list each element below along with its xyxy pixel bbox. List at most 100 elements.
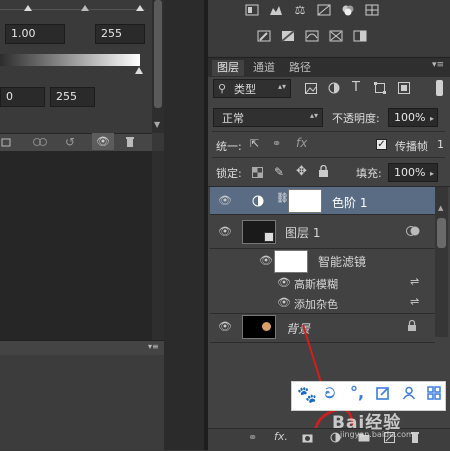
output-high-field[interactable]: 255 <box>50 87 95 107</box>
layer-thumbnail[interactable] <box>242 220 276 244</box>
channel-mixer-icon[interactable] <box>302 27 322 45</box>
filter-smart-object-icon[interactable] <box>398 82 410 97</box>
chevron-down-icon: ▴▾ <box>309 111 318 120</box>
layers-scroll-thumb[interactable] <box>437 218 446 248</box>
smart-filters-label: 智能滤镜 <box>318 255 367 269</box>
smart-filter-mask-thumbnail[interactable] <box>274 250 308 273</box>
propagate-label: 传播帧 <box>395 140 428 153</box>
chevron-right-icon: ▸ <box>429 169 434 178</box>
input-black-slider[interactable] <box>24 5 32 11</box>
reset-icon[interactable]: ↺ <box>60 134 80 149</box>
layers-tab-bar <box>208 57 450 78</box>
search-icon: ⚲ <box>218 82 227 95</box>
clip-icon[interactable] <box>0 134 12 149</box>
balance-icon[interactable] <box>362 1 382 19</box>
exposure-icon[interactable] <box>314 1 334 19</box>
link-icon[interactable] <box>30 134 50 149</box>
user-icon[interactable] <box>402 386 416 403</box>
filter-pixel-icon[interactable] <box>305 83 317 97</box>
visibility-icon[interactable]: 👁 <box>218 320 232 333</box>
link-layers-icon[interactable]: ⚭ <box>248 431 257 444</box>
delete-icon[interactable] <box>120 134 140 149</box>
adjustments-icon-grid: ⚖ <box>242 1 392 53</box>
input-gamma-slider[interactable] <box>81 5 89 11</box>
filter-blending-options-icon[interactable]: ⇌ <box>410 295 419 308</box>
filter-name[interactable]: 添加杂色 <box>294 296 338 312</box>
bw-icon[interactable] <box>254 27 274 45</box>
unify-style-icon[interactable]: fx <box>296 136 307 150</box>
unify-position-icon[interactable]: ⇱ <box>250 137 259 150</box>
canvas-scrollbar[interactable] <box>152 151 164 340</box>
filter-type-icon[interactable]: T <box>352 80 360 95</box>
comment-icon[interactable]: °, <box>350 383 364 402</box>
propagate-checkbox[interactable]: ✓ <box>376 139 387 150</box>
visibility-icon[interactable]: 👁 <box>92 133 114 150</box>
panel-divider[interactable] <box>164 0 208 450</box>
lock-all-icon[interactable] <box>318 164 329 180</box>
lock-transparency-icon[interactable] <box>252 167 263 181</box>
filter-kind-label: 类型 <box>234 83 256 96</box>
panel-menu-icon[interactable]: ▾≡ <box>148 342 159 351</box>
layer-name[interactable]: 图层 1 <box>285 224 320 241</box>
input-white-field[interactable]: 255 <box>95 24 145 44</box>
filter-shape-icon[interactable] <box>374 82 386 97</box>
layer-name[interactable]: 色阶 1 <box>332 194 367 211</box>
left-scroll-down-arrow[interactable]: ▼ <box>154 120 160 129</box>
filter-toggle[interactable] <box>436 80 443 96</box>
visibility-icon[interactable]: 👁 <box>218 194 232 207</box>
output-low-field[interactable]: 0 <box>0 87 45 107</box>
add-mask-icon[interactable] <box>302 433 313 446</box>
lock-position-icon[interactable]: ✥ <box>296 164 307 179</box>
visibility-icon[interactable]: 👁 <box>277 296 291 309</box>
visibility-icon[interactable]: 👁 <box>259 254 273 267</box>
color-lookup-icon[interactable] <box>326 27 346 45</box>
visibility-icon[interactable]: 👁 <box>218 225 232 238</box>
smart-filter-indicator-icon[interactable] <box>406 225 420 240</box>
tab-paths[interactable]: 路径 <box>284 60 316 76</box>
edit-icon[interactable] <box>376 386 390 403</box>
input-white-slider[interactable] <box>136 5 144 11</box>
levels-properties-panel <box>0 0 152 133</box>
hue-icon[interactable] <box>338 1 358 19</box>
unify-visibility-icon[interactable]: ⚭ <box>272 137 281 150</box>
output-white-slider[interactable] <box>135 67 143 74</box>
blend-mode-label: 正常 <box>222 112 244 125</box>
opacity-field[interactable]: 100% ▸ <box>388 108 438 127</box>
separator <box>212 157 445 158</box>
layer-mask-thumbnail[interactable] <box>288 189 322 213</box>
input-gamma-field[interactable]: 1.00 <box>5 24 65 44</box>
layer-row-levels[interactable] <box>210 187 435 215</box>
tab-channels[interactable]: 通道 <box>248 60 280 76</box>
collapsed-panel-header[interactable] <box>0 340 164 355</box>
photo-filter-icon[interactable] <box>278 27 298 45</box>
layer-name[interactable]: 背景 <box>286 320 310 337</box>
input-slider-track <box>0 9 145 10</box>
brightness-icon[interactable] <box>242 1 262 19</box>
propagate-value: 1 <box>437 138 444 151</box>
scroll-up-arrow[interactable]: ▲ <box>438 204 443 212</box>
paw-icon[interactable]: 🐾 <box>297 385 317 404</box>
watermark-url: jingyan.baidu.com <box>340 430 414 439</box>
filter-kind-select[interactable]: ⚲ 类型 ▴▾ <box>213 79 291 98</box>
chain-link-icon: ⛓ <box>276 193 289 204</box>
invert-icon[interactable] <box>350 27 370 45</box>
opacity-value: 100% <box>394 111 426 124</box>
curves-icon[interactable]: ⚖ <box>290 1 310 19</box>
layers-panel-menu-icon[interactable]: ▾≡ <box>432 60 444 70</box>
apps-grid-icon[interactable] <box>427 386 441 403</box>
tab-layers[interactable]: 图层 <box>212 60 244 76</box>
left-scroll-thumb[interactable] <box>154 0 162 108</box>
blend-mode-select[interactable]: 正常 ▴▾ <box>213 108 323 127</box>
filter-blending-options-icon[interactable]: ⇌ <box>410 275 419 288</box>
filter-name[interactable]: 高斯模糊 <box>294 276 338 292</box>
fill-field[interactable]: 100% ▸ <box>388 163 438 182</box>
visibility-icon[interactable]: 👁 <box>277 276 291 289</box>
output-gradient <box>0 54 140 66</box>
lock-paint-icon[interactable]: ✎ <box>274 165 284 179</box>
background-thumbnail[interactable] <box>242 315 276 339</box>
layer-style-icon[interactable]: fx. <box>274 430 288 443</box>
filter-adjustment-icon[interactable] <box>328 82 340 97</box>
adjustment-layer-icon <box>252 195 264 210</box>
search-icon[interactable]: ච <box>325 386 335 402</box>
levels-icon[interactable] <box>266 1 286 19</box>
